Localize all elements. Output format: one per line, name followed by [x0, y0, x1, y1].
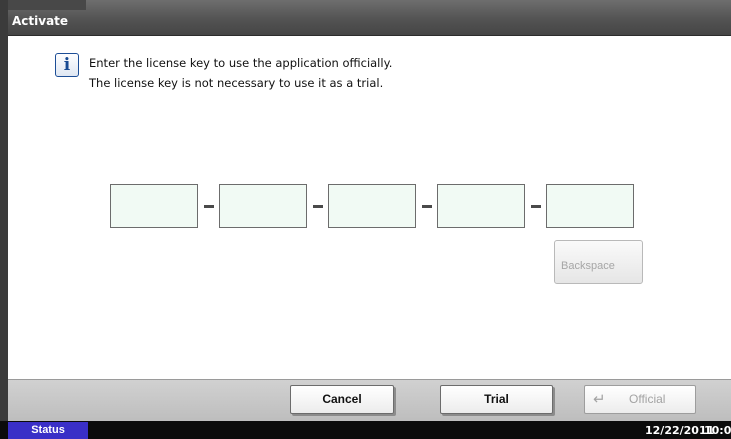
info-icon: i	[55, 53, 79, 77]
status-bar: Status 12/22/2011 10:06	[0, 421, 731, 439]
license-key-field-1[interactable]	[110, 184, 198, 228]
key-separator-3	[422, 205, 432, 208]
official-button[interactable]: ↵ Official	[584, 385, 696, 414]
title-bar: Activate	[8, 0, 731, 36]
message-line-1: Enter the license key to use the applica…	[89, 56, 393, 70]
license-key-field-5[interactable]	[546, 184, 634, 228]
window-title: Activate	[12, 14, 69, 28]
license-key-field-4[interactable]	[437, 184, 525, 228]
activate-screen: Activate i Enter the license key to use …	[8, 0, 731, 422]
status-time: 10:06	[704, 424, 731, 437]
message-line-2: The license key is not necessary to use …	[89, 76, 384, 90]
official-button-label: Official	[629, 392, 666, 406]
key-separator-4	[531, 205, 541, 208]
license-key-field-3[interactable]	[328, 184, 416, 228]
key-separator-1	[204, 205, 214, 208]
license-key-field-2[interactable]	[219, 184, 307, 228]
status-button[interactable]: Status	[8, 422, 88, 439]
enter-icon: ↵	[593, 391, 606, 408]
backspace-button[interactable]: Backspace	[554, 240, 643, 284]
title-tab-cap	[8, 0, 86, 10]
cancel-button[interactable]: Cancel	[290, 385, 394, 414]
action-bar: Cancel Trial ↵ Official	[8, 379, 731, 422]
key-separator-2	[313, 205, 323, 208]
trial-button[interactable]: Trial	[440, 385, 553, 414]
